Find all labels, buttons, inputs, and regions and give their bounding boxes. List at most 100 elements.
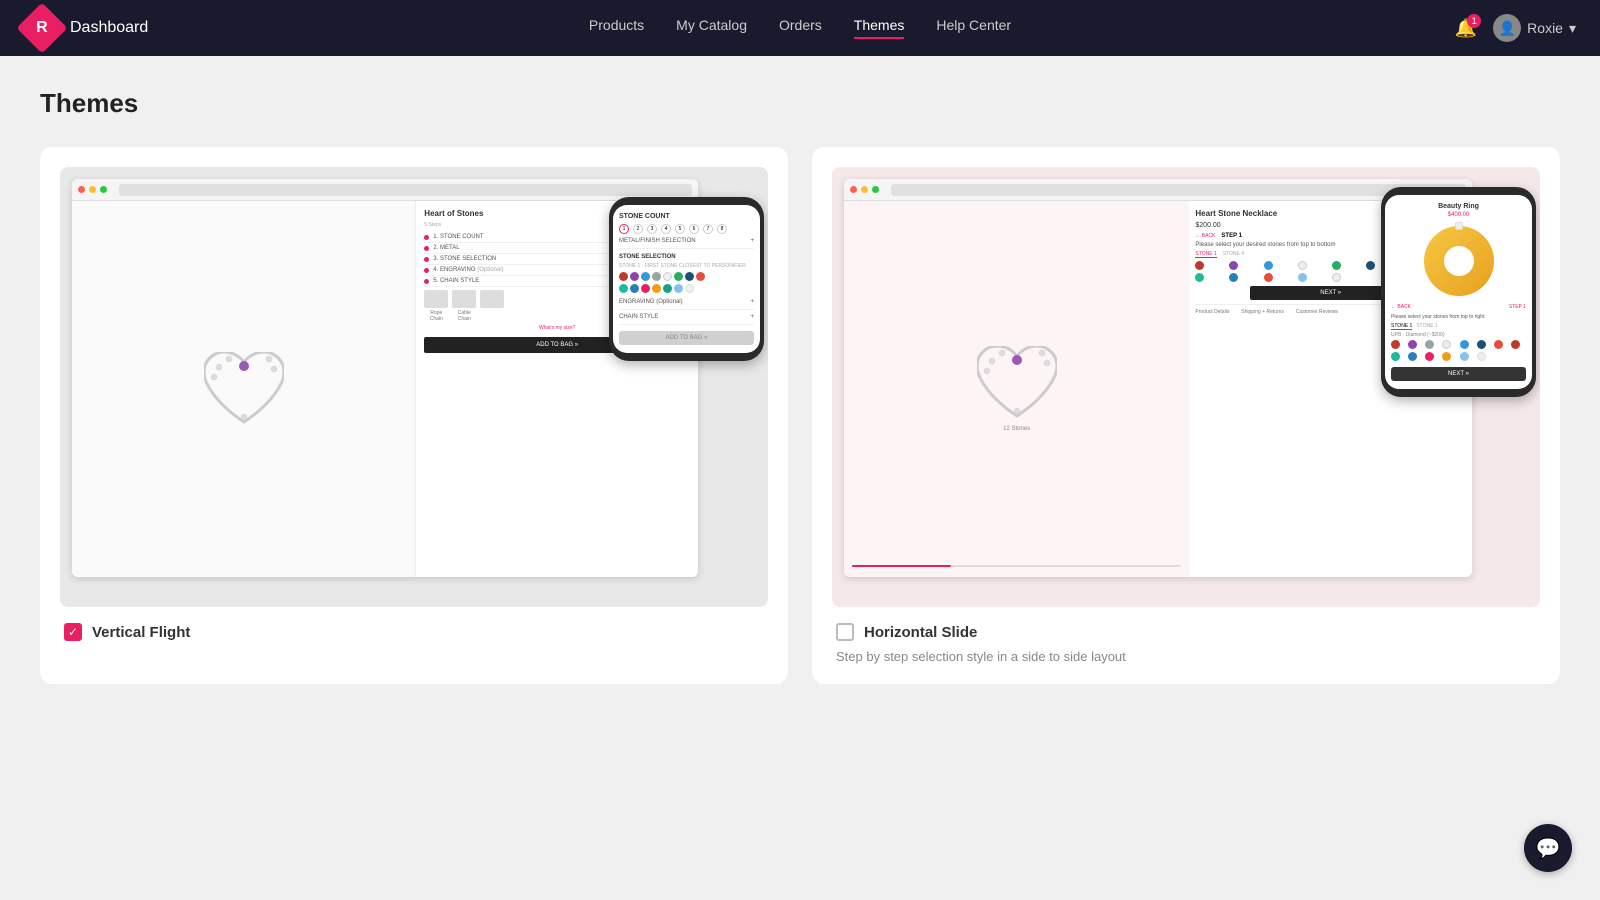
mobile-color-3[interactable] [1425, 340, 1434, 349]
heart-necklace-svg [204, 352, 284, 427]
nav-catalog[interactable]: My Catalog [676, 17, 747, 39]
color-3[interactable] [1264, 261, 1273, 270]
nav-themes[interactable]: Themes [854, 17, 905, 39]
mobile-color-11[interactable] [1425, 352, 1434, 361]
color-dot-darkblue[interactable] [685, 272, 694, 281]
browser-mock-vertical: ⬆ SHARE ↺ START OVER Heart of Stones 5 S… [72, 179, 698, 577]
chain-cable: Cable Chain [452, 290, 476, 322]
mobile-color-2[interactable] [1408, 340, 1417, 349]
color-dot-orange[interactable] [652, 284, 661, 293]
nav-orders[interactable]: Orders [779, 17, 822, 39]
mobile-back[interactable]: ← BACK [1391, 304, 1411, 310]
mobile-mock-horizontal: Beauty Ring $400.00 ← BACK [1381, 187, 1536, 397]
color-13[interactable] [1332, 273, 1341, 282]
user-avatar: 👤 [1493, 14, 1521, 42]
mobile-add-to-bag[interactable]: ADD TO BAG » [619, 331, 754, 345]
count-6[interactable]: 6 [689, 224, 699, 234]
mobile-stone-tab-1[interactable]: STONE 1 [1391, 323, 1412, 330]
mobile-stone-tab-2[interactable]: STONE 1 [1416, 323, 1437, 330]
theme-preview-vertical: ⬆ SHARE ↺ START OVER Heart of Stones 5 S… [60, 167, 768, 607]
tab-product-details[interactable]: Product Details [1195, 309, 1229, 315]
mobile-color-1[interactable] [1391, 340, 1400, 349]
nav-help[interactable]: Help Center [936, 17, 1011, 39]
color-5[interactable] [1332, 261, 1341, 270]
mobile-next-btn[interactable]: NEXT » [1391, 367, 1526, 381]
notification-button[interactable]: 🔔 1 [1455, 18, 1477, 39]
color-11[interactable] [1264, 273, 1273, 282]
color-9[interactable] [1195, 273, 1204, 282]
mobile-step-nav: ← BACK STEP 1 [1391, 304, 1526, 310]
logo-icon: R [17, 3, 68, 54]
browser-toolbar [72, 179, 698, 201]
count-2[interactable]: 2 [633, 224, 643, 234]
ring-diamond [1455, 222, 1463, 230]
mobile-color-7[interactable] [1494, 340, 1503, 349]
ring-image [1424, 226, 1494, 296]
count-5[interactable]: 5 [675, 224, 685, 234]
color-dot-pink[interactable] [641, 284, 650, 293]
color-dot-purple[interactable] [630, 272, 639, 281]
stone-tab-1[interactable]: STONE 1 [1195, 251, 1216, 258]
color-4[interactable] [1298, 261, 1307, 270]
color-dot-gray[interactable] [652, 272, 661, 281]
user-name: Roxie [1527, 20, 1563, 36]
vertical-checkbox[interactable]: ✓ [64, 623, 82, 641]
color-dot-clear[interactable] [685, 284, 694, 293]
user-menu[interactable]: 👤 Roxie ▾ [1493, 14, 1576, 42]
mobile-color-5[interactable] [1460, 340, 1469, 349]
color-10[interactable] [1229, 273, 1238, 282]
color-dots-row-2 [619, 284, 754, 293]
nav-products[interactable]: Products [589, 17, 644, 39]
mobile-color-6[interactable] [1477, 340, 1486, 349]
mobile-color-8[interactable] [1511, 340, 1520, 349]
mobile-color-12[interactable] [1442, 352, 1451, 361]
count-8[interactable]: 8 [717, 224, 727, 234]
progress-bar-area [852, 565, 1181, 567]
ring-image-container [1391, 222, 1526, 300]
color-dot-teal[interactable] [619, 284, 628, 293]
mobile-screen-horizontal: Beauty Ring $400.00 ← BACK [1385, 195, 1532, 389]
horizontal-description: Step by step selection style in a side t… [832, 649, 1540, 664]
color-dot-blue[interactable] [641, 272, 650, 281]
color-1[interactable] [1195, 261, 1204, 270]
back-link[interactable]: ← BACK [1195, 233, 1215, 239]
color-dot-medblue[interactable] [630, 284, 639, 293]
count-1[interactable]: 1 [619, 224, 629, 234]
beauty-ring-price: $400.00 [1391, 212, 1526, 218]
color-dot-darkgreen[interactable] [663, 284, 672, 293]
mobile-color-4[interactable] [1442, 340, 1451, 349]
mobile-color-10[interactable] [1408, 352, 1417, 361]
brand[interactable]: R Dashboard [24, 10, 148, 46]
color-dot-red[interactable] [619, 272, 628, 281]
stone-tab-2[interactable]: STONE 4 [1223, 251, 1244, 258]
color-dot-white[interactable] [663, 272, 672, 281]
color-dot-lightred[interactable] [696, 272, 705, 281]
count-4[interactable]: 4 [661, 224, 671, 234]
chat-icon: 💬 [1536, 836, 1561, 861]
chat-button[interactable]: 💬 [1524, 824, 1572, 872]
horizontal-checkbox[interactable] [836, 623, 854, 641]
count-7[interactable]: 7 [703, 224, 713, 234]
mobile-stone-colors-2 [1391, 352, 1526, 361]
color-dot-green[interactable] [674, 272, 683, 281]
mobile-color-13[interactable] [1460, 352, 1469, 361]
tab-reviews[interactable]: Customer Reviews [1296, 309, 1338, 315]
ring-hole [1444, 246, 1474, 276]
theme-preview-horizontal: 12 Stones Heart Stone Necklace $2 [832, 167, 1540, 607]
beauty-ring-title: Beauty Ring [1391, 203, 1526, 210]
tab-shipping[interactable]: Shipping + Returns [1241, 309, 1284, 315]
mobile-step-desc: Please select your stones from top to ri… [1391, 314, 1526, 320]
color-2[interactable] [1229, 261, 1238, 270]
browser-toolbar-right [844, 179, 1472, 201]
mobile-screen-vertical: STONE COUNT 1 2 3 4 5 6 7 8 METAL/ [613, 205, 760, 353]
mobile-color-9[interactable] [1391, 352, 1400, 361]
stone-note: STONE 1 · FIRST STONE CLOSEST TO PERSONI… [619, 263, 754, 269]
color-dot-lightblue[interactable] [674, 284, 683, 293]
count-3[interactable]: 3 [647, 224, 657, 234]
browser-dot-yellow-r [861, 186, 868, 193]
mobile-color-14[interactable] [1477, 352, 1486, 361]
color-6[interactable] [1366, 261, 1375, 270]
mobile-engraving-row: ENGRAVING (Optional)+ [619, 295, 754, 310]
product-steps-label: 12 Stones [977, 426, 1057, 432]
color-12[interactable] [1298, 273, 1307, 282]
